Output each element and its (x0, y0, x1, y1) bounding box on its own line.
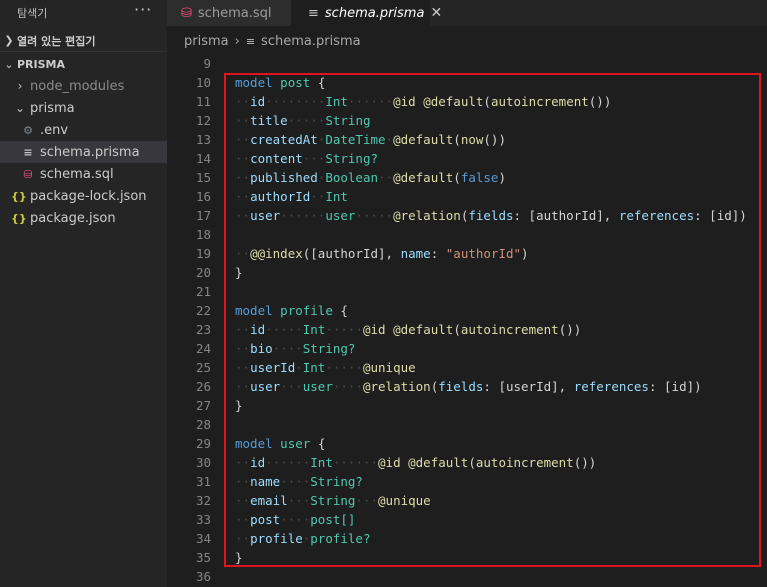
line-number: 18 (195, 227, 211, 242)
breadcrumb: prisma › ≡ schema.prisma (167, 30, 767, 52)
tree-item-label: schema.sql (40, 166, 114, 182)
json-braces-icon: {} (11, 211, 27, 225)
line-number: 13 (195, 132, 211, 147)
tab-label: schema.sql (197, 5, 272, 21)
tree-item-label: package.json (30, 210, 116, 226)
tree-item-schema-prisma[interactable]: ≡ schema.prisma (0, 141, 167, 163)
json-braces-icon: {} (11, 189, 27, 203)
code-line[interactable]: ··user······user·····@relation(fields: [… (235, 206, 747, 225)
tree-item-label: package-lock.json (30, 188, 147, 204)
code-line[interactable]: ··email···String···@unique (235, 491, 431, 510)
sidebar-header: 탐색기 ··· (0, 0, 167, 26)
line-number: 36 (195, 569, 211, 584)
line-number: 9 (203, 56, 211, 71)
gear-icon: ⚙ (23, 123, 33, 137)
lines-icon: ≡ (23, 145, 33, 159)
tree-item-label: .env (40, 122, 69, 138)
code-line[interactable]: ··name····String? (235, 472, 363, 491)
tab-schema-prisma[interactable]: ≡ schema.prisma ✕ (291, 0, 442, 26)
breadcrumb-folder[interactable]: prisma (184, 34, 229, 49)
chevron-right-icon: ❯ (4, 34, 14, 47)
line-number: 14 (195, 151, 211, 166)
code-editor[interactable]: 9 10 11 12 13 14 15 16 17 18 19 20 21 22 23 24 25 26 27 28 2… (167, 54, 767, 587)
tab-bar: ⛁ schema.sql ≡ schema.prisma ✕ (167, 0, 767, 26)
explorer-sidebar: 탐색기 ··· ❯ 열려 있는 편집기 ⌄ PRISMA › node_modu… (0, 0, 167, 587)
code-line[interactable]: model user { (235, 434, 325, 453)
line-number: 34 (195, 531, 211, 546)
code-area[interactable]: model post {··id········Int······@id @de… (235, 54, 767, 587)
line-number: 20 (195, 265, 211, 280)
line-number: 22 (195, 303, 211, 318)
line-number: 19 (195, 246, 211, 261)
tree-item-label: node_modules (30, 78, 125, 94)
line-number: 21 (195, 284, 211, 299)
chevron-down-icon: ⌄ (14, 101, 26, 115)
line-number: 25 (195, 360, 211, 375)
database-icon: ⛁ (181, 5, 192, 21)
code-line[interactable]: ··createdAt·DateTime·@default(now()) (235, 130, 506, 149)
line-number: 12 (195, 113, 211, 128)
line-number: 26 (195, 379, 211, 394)
code-line[interactable]: ··bio····String? (235, 339, 355, 358)
line-number: 16 (195, 189, 211, 204)
code-line[interactable]: model profile { (235, 301, 348, 320)
code-line[interactable]: ··content···String? (235, 149, 378, 168)
code-line[interactable]: ··post····post[] (235, 510, 355, 529)
more-actions-icon[interactable]: ··· (134, 0, 152, 19)
line-number: 15 (195, 170, 211, 185)
tab-schema-sql[interactable]: ⛁ schema.sql (167, 0, 291, 26)
lines-icon: ≡ (308, 5, 319, 21)
open-editors-section[interactable]: ❯ 열려 있는 편집기 (0, 30, 167, 52)
folder-section-label: PRISMA (17, 57, 66, 71)
line-number: 23 (195, 322, 211, 337)
code-line[interactable]: } (235, 548, 243, 567)
close-icon[interactable]: ✕ (430, 5, 442, 21)
line-number: 31 (195, 474, 211, 489)
code-line[interactable]: ··profile·profile? (235, 529, 371, 548)
code-line[interactable]: ··id·····Int·····@id @default(autoincrem… (235, 320, 581, 339)
line-number: 35 (195, 550, 211, 565)
code-line[interactable]: ··id········Int······@id @default(autoin… (235, 92, 611, 111)
code-line[interactable]: ··published·Boolean··@default(false) (235, 168, 506, 187)
breadcrumb-file[interactable]: schema.prisma (261, 34, 361, 49)
code-line[interactable]: model post { (235, 73, 325, 92)
tree-item-label: prisma (30, 100, 75, 116)
code-line[interactable]: ··title·····String (235, 111, 371, 130)
tab-label: schema.prisma (324, 5, 425, 21)
folder-section-prisma[interactable]: ⌄ PRISMA (0, 53, 167, 75)
lines-icon: ≡ (245, 34, 256, 48)
tree-item-label: schema.prisma (40, 144, 140, 160)
tree-item-node-modules[interactable]: › node_modules (0, 75, 167, 97)
line-number: 27 (195, 398, 211, 413)
code-line[interactable]: ··@@index([authorId], name: "authorId") (235, 244, 529, 263)
chevron-down-icon: ⌄ (4, 57, 14, 71)
code-line[interactable]: } (235, 263, 243, 282)
code-line[interactable]: ··user···user····@relation(fields: [user… (235, 377, 702, 396)
code-line[interactable]: ··authorId··Int (235, 187, 348, 206)
open-editors-label: 열려 있는 편집기 (17, 34, 96, 48)
database-icon: ⛁ (23, 167, 33, 181)
line-number: 24 (195, 341, 211, 356)
line-number: 10 (195, 75, 211, 90)
code-line[interactable]: ··id······Int······@id @default(autoincr… (235, 453, 596, 472)
line-number: 28 (195, 417, 211, 432)
line-number: 30 (195, 455, 211, 470)
chevron-right-icon: › (234, 33, 240, 49)
chevron-right-icon: › (17, 79, 23, 93)
tree-item-package-json[interactable]: {} package.json (0, 207, 167, 229)
line-number: 33 (195, 512, 211, 527)
tree-item-package-lock[interactable]: {} package-lock.json (0, 185, 167, 207)
line-number: 17 (195, 208, 211, 223)
tree-item-prisma-folder[interactable]: ⌄ prisma (0, 97, 167, 119)
line-number: 11 (195, 94, 211, 109)
code-line[interactable]: ··userId·Int·····@unique (235, 358, 416, 377)
sidebar-title: 탐색기 (17, 7, 48, 20)
code-line[interactable]: } (235, 396, 243, 415)
line-number: 29 (195, 436, 211, 451)
line-number-gutter: 9 10 11 12 13 14 15 16 17 18 19 20 21 22 23 24 25 26 27 28 2… (167, 54, 211, 587)
line-number: 32 (195, 493, 211, 508)
tree-item-env[interactable]: ⚙ .env (0, 119, 167, 141)
tree-item-schema-sql[interactable]: ⛁ schema.sql (0, 163, 167, 185)
